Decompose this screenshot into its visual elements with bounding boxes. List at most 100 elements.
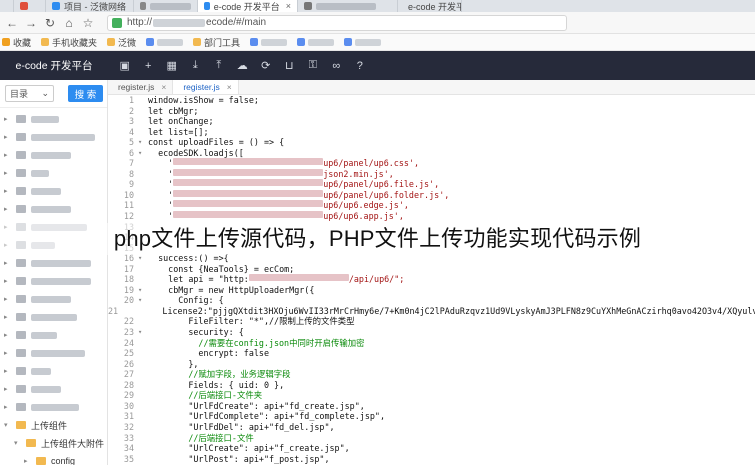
browser-tab[interactable]: 项目 - 泛微网络 [46, 0, 134, 12]
line-number: 5 [128, 137, 134, 148]
bookmark-item[interactable]: 部门工具 [193, 36, 240, 49]
tree-item[interactable]: ▸ [0, 308, 107, 326]
redacted-bookmark-label [355, 38, 382, 46]
forward-icon[interactable]: → [23, 15, 39, 31]
close-tab-icon[interactable]: × [227, 82, 232, 92]
tree-item[interactable]: ▸ [0, 326, 107, 344]
plus-icon[interactable]: + [137, 56, 161, 76]
fold-icon[interactable]: ▾ [138, 327, 148, 338]
code-line: 27 //赋加字段，业务逻辑字段 [108, 369, 755, 380]
upload-icon[interactable]: ⤒ [207, 56, 231, 76]
fold-icon [138, 95, 148, 106]
tree-item[interactable]: ▸ [0, 110, 107, 128]
chevron-right-icon[interactable]: ▸ [4, 205, 12, 213]
bookmark-item[interactable] [146, 38, 184, 46]
chevron-right-icon[interactable]: ▸ [4, 349, 12, 357]
chevron-right-icon[interactable]: ▸ [4, 277, 12, 285]
tree-item[interactable]: ▾ 上传组件大附件 [0, 434, 107, 452]
code-area[interactable]: 1 window.isShow = false; 2 let cbMgr; 3 let o… [108, 95, 755, 465]
chevron-down-icon[interactable]: ▾ [4, 421, 12, 429]
cloud-icon[interactable]: ☁ [231, 56, 255, 76]
key-icon[interactable]: ⚿ [301, 56, 325, 76]
tree-item[interactable]: ▸ [0, 128, 107, 146]
tree-item[interactable]: ▸ [0, 398, 107, 416]
chevron-right-icon[interactable]: ▸ [4, 259, 12, 267]
browser-tab[interactable]: e-code 开发平台 × [198, 0, 298, 12]
tree-item[interactable]: ▸ [0, 272, 107, 290]
tree-item[interactable]: ▸ [0, 344, 107, 362]
download-icon[interactable]: ⤓ [184, 56, 208, 76]
tree-item[interactable]: ▸ [0, 380, 107, 398]
chevron-right-icon[interactable]: ▸ [4, 115, 12, 123]
chevron-right-icon[interactable]: ▸ [4, 187, 12, 195]
tree-item[interactable]: ▾ 上传组件 [0, 416, 107, 434]
chevron-right-icon[interactable]: ▸ [4, 403, 12, 411]
fold-icon [138, 127, 148, 138]
bookmark-item[interactable]: 泛微 [107, 36, 136, 49]
code-text: const {NeaTools} = ecCom; [148, 263, 295, 274]
browser-tab[interactable] [0, 0, 14, 12]
browser-tab[interactable] [298, 0, 398, 12]
fold-icon[interactable]: ▾ [138, 148, 148, 159]
chevron-right-icon[interactable]: ▸ [4, 385, 12, 393]
chevron-right-icon[interactable]: ▸ [4, 331, 12, 339]
tree-item[interactable]: ▸ config [0, 452, 107, 465]
chevron-down-icon[interactable]: ▾ [14, 439, 22, 447]
code-line: 26 }, [108, 359, 755, 370]
chevron-right-icon[interactable]: ▸ [24, 457, 32, 465]
tree-item[interactable]: ▸ [0, 200, 107, 218]
cart-icon[interactable]: ⊔ [278, 56, 302, 76]
fold-icon[interactable]: ▾ [138, 285, 148, 296]
code-text: cbMgr = new HttpUploaderMgr({ [148, 284, 315, 295]
browser-tab[interactable]: e-code 开发平台 [398, 0, 462, 12]
cloud-sync-icon[interactable]: ⟳ [254, 56, 278, 76]
folder-icon [16, 151, 26, 159]
url-input[interactable]: http:// ecode/#/main [107, 14, 567, 31]
close-tab-icon[interactable]: × [286, 1, 291, 11]
star-icon[interactable]: ☆ [80, 15, 96, 31]
tree-item[interactable]: ▸ [0, 362, 107, 380]
directory-select-value: 目录 [10, 89, 29, 99]
line-number: 18 [123, 274, 134, 285]
reload-icon[interactable]: ↻ [42, 15, 58, 31]
chevron-right-icon[interactable]: ▸ [4, 169, 12, 177]
bookmark-item[interactable]: 收藏 [2, 36, 31, 49]
fold-icon[interactable]: ▾ [138, 295, 148, 306]
chevron-right-icon[interactable]: ▸ [4, 367, 12, 375]
browser-tab[interactable] [134, 0, 198, 12]
tree-item[interactable]: ▸ [0, 182, 107, 200]
tree-item-label: 上传组件大附件 [41, 438, 105, 449]
browser-tab[interactable] [14, 0, 46, 12]
chevron-right-icon[interactable]: ▸ [4, 295, 12, 303]
bookmark-item[interactable] [250, 38, 288, 46]
chevron-right-icon[interactable]: ▸ [4, 133, 12, 141]
folder-icon [107, 38, 116, 46]
chevron-right-icon[interactable]: ▸ [4, 151, 12, 159]
save-icon[interactable]: ▣ [113, 56, 137, 76]
help-icon[interactable]: ? [348, 56, 372, 76]
back-icon[interactable]: ← [4, 15, 20, 31]
tree-item[interactable]: ▸ [0, 254, 107, 272]
chevron-right-icon[interactable]: ▸ [4, 313, 12, 321]
editor-tab[interactable]: register.js × [173, 80, 239, 94]
home-icon[interactable]: ⌂ [61, 15, 77, 31]
file-tree: ▸▸▸▸▸▸▸▸▸▸▸▸▸▸▸▸▸▾上传组件▾上传组件大附件▸config▸ja… [0, 108, 107, 465]
search-button[interactable]: 搜 索 [68, 85, 103, 102]
code-line: 29 //后端接口-文件夹 [108, 390, 755, 401]
close-tab-icon[interactable]: × [161, 82, 166, 92]
editor-tab[interactable]: register.js × [108, 80, 174, 94]
tree-item[interactable]: ▸ [0, 146, 107, 164]
line-number: 3 [128, 116, 134, 127]
fold-icon[interactable]: ▾ [138, 137, 148, 148]
code-text: let cbMgr; [148, 105, 199, 116]
link-icon[interactable]: ∞ [325, 56, 349, 76]
grid-icon[interactable]: ▦ [160, 56, 184, 76]
tree-item[interactable]: ▸ [0, 164, 107, 182]
tree-item[interactable]: ▸ [0, 290, 107, 308]
code-editor: register.js × register.js × 1 window.isShow … [108, 80, 755, 465]
redacted-tree-label [31, 205, 71, 213]
bookmark-item[interactable]: 手机收藏夹 [41, 36, 97, 49]
bookmark-item[interactable] [297, 38, 335, 46]
directory-select[interactable]: 目录 ⌄ [5, 85, 54, 102]
bookmark-item[interactable] [344, 38, 382, 46]
